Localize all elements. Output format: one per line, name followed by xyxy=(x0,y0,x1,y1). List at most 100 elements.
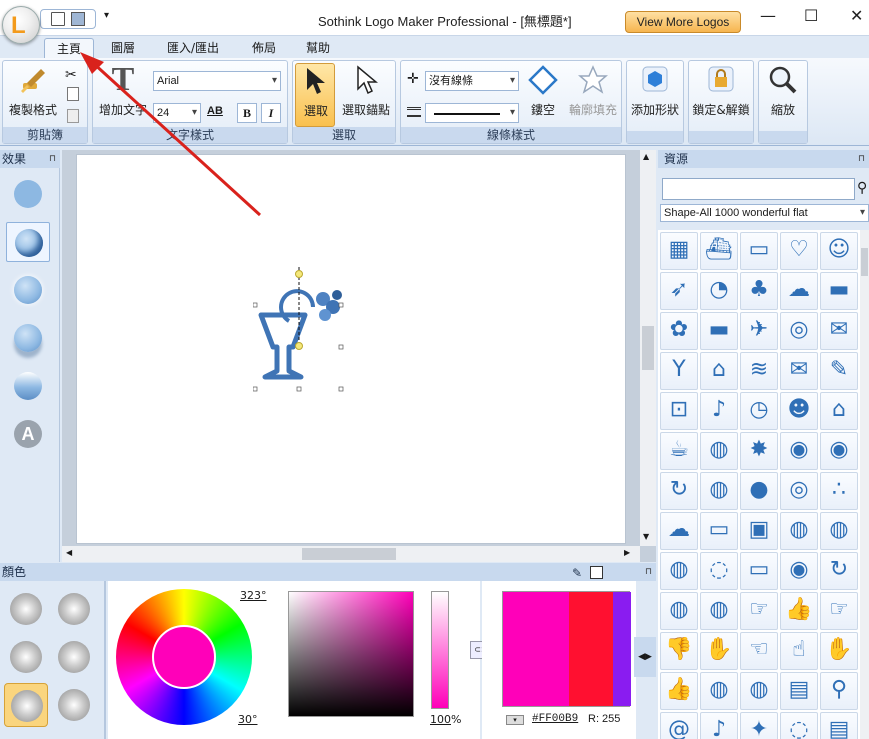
red-value[interactable]: R: 255 xyxy=(588,713,632,725)
hue-angle-value[interactable]: 323° xyxy=(240,589,267,602)
preset-radial-4[interactable] xyxy=(52,635,96,679)
resource-item[interactable]: ⌂ xyxy=(820,392,858,430)
resource-item[interactable]: ⛴ xyxy=(700,232,738,270)
canvas-vertical-scrollbar[interactable]: ▲ ▼ xyxy=(640,150,656,546)
search-icon[interactable]: ⚲ xyxy=(857,180,867,196)
preset-radial-2[interactable] xyxy=(52,587,96,631)
line-type-select[interactable]: 沒有線條 xyxy=(425,71,519,91)
resource-item[interactable]: ✿ xyxy=(660,312,698,350)
resource-item[interactable]: ☝ xyxy=(780,632,818,670)
resource-item[interactable]: ▭ xyxy=(740,232,778,270)
resource-item[interactable]: ▤ xyxy=(820,712,858,739)
qat-customize-arrow[interactable]: ▾ xyxy=(104,10,109,21)
resource-item[interactable]: ◍ xyxy=(660,592,698,630)
resource-item[interactable]: ◍ xyxy=(700,472,738,510)
resource-item[interactable]: ◉ xyxy=(780,432,818,470)
vertical-scroll-thumb[interactable] xyxy=(642,326,654,370)
secondary-color-swatch[interactable] xyxy=(569,592,613,706)
resource-item[interactable]: ♡ xyxy=(780,232,818,270)
saturation-value-square[interactable] xyxy=(288,591,414,717)
color-dropdown-icon[interactable]: ▾ xyxy=(506,715,524,725)
resource-item[interactable]: ≋ xyxy=(740,352,778,390)
resource-item[interactable]: ▬ xyxy=(820,272,858,310)
resource-item[interactable]: ♣ xyxy=(740,272,778,310)
format-painter-button[interactable]: 複製格式 xyxy=(5,63,61,123)
no-color-swatch[interactable] xyxy=(590,566,603,579)
new-file-icon[interactable] xyxy=(51,12,65,26)
resource-item[interactable]: ◌ xyxy=(700,552,738,590)
resource-item[interactable]: ☁ xyxy=(780,272,818,310)
preset-radial-5[interactable] xyxy=(4,683,48,727)
resource-item[interactable]: ◍ xyxy=(660,552,698,590)
resource-item[interactable]: ◍ xyxy=(740,672,778,710)
scroll-up-icon[interactable]: ▲ xyxy=(643,152,649,161)
resource-item[interactable]: ☺ xyxy=(820,232,858,270)
cocktail-logo-shape[interactable] xyxy=(253,267,373,397)
resource-item[interactable]: ↻ xyxy=(660,472,698,510)
resource-item[interactable]: ☁ xyxy=(660,512,698,550)
resource-search-input[interactable] xyxy=(662,178,855,200)
resource-item[interactable]: 👍 xyxy=(660,672,698,710)
save-icon[interactable] xyxy=(71,12,85,26)
zoom-button[interactable]: 縮放 xyxy=(759,63,807,127)
hex-value[interactable]: #FF00B9 xyxy=(532,713,578,725)
resource-item[interactable]: ☕ xyxy=(660,432,698,470)
scroll-right-icon[interactable]: ▶ xyxy=(624,548,630,557)
resource-item[interactable]: ◎ xyxy=(780,472,818,510)
effect-gloss[interactable] xyxy=(6,366,50,406)
resource-item[interactable]: ▭ xyxy=(700,512,738,550)
primary-color-swatch[interactable] xyxy=(503,592,569,706)
canvas-horizontal-scrollbar[interactable]: ◀ ▶ xyxy=(62,546,640,562)
resource-item[interactable]: ● xyxy=(740,472,778,510)
opacity-value[interactable]: 100 xyxy=(430,713,451,726)
resource-item[interactable]: ☞ xyxy=(740,592,778,630)
resource-item[interactable]: ✋ xyxy=(820,632,858,670)
resource-item[interactable]: ♪ xyxy=(700,392,738,430)
resource-item[interactable]: ✉ xyxy=(820,312,858,350)
tertiary-color-swatch[interactable] xyxy=(613,592,631,706)
resource-item[interactable]: Y xyxy=(660,352,698,390)
eyedropper-icon[interactable]: ✎ xyxy=(572,564,582,582)
app-menu-orb[interactable]: L xyxy=(2,6,40,44)
resource-item[interactable]: ☞ xyxy=(820,592,858,630)
scroll-left-icon[interactable]: ◀ xyxy=(66,548,72,557)
resource-item[interactable]: ◍ xyxy=(700,432,738,470)
pin-icon[interactable]: ⊓ xyxy=(49,150,56,168)
preset-radial-1[interactable] xyxy=(4,587,48,631)
resource-item[interactable]: ✸ xyxy=(740,432,778,470)
effect-text[interactable]: A xyxy=(6,414,50,454)
resource-item[interactable]: ▣ xyxy=(740,512,778,550)
saturation-angle-value[interactable]: 30° xyxy=(238,713,258,726)
resource-item[interactable]: ⊡ xyxy=(660,392,698,430)
resource-item[interactable]: 👎 xyxy=(660,632,698,670)
opacity-strip[interactable] xyxy=(431,591,449,709)
scroll-down-icon[interactable]: ▼ xyxy=(643,532,649,541)
resource-item[interactable]: ✎ xyxy=(820,352,858,390)
resource-item[interactable]: ◔ xyxy=(700,272,738,310)
resource-item[interactable]: 👍 xyxy=(780,592,818,630)
resource-item[interactable]: ⚲ xyxy=(820,672,858,710)
color-pin-icon[interactable]: ⊓ xyxy=(645,563,652,581)
effect-bevel[interactable] xyxy=(6,222,50,262)
resource-category-select[interactable]: Shape-All 1000 wonderful flat xyxy=(660,204,869,222)
minimize-button[interactable]: — xyxy=(760,6,776,25)
effect-glow[interactable] xyxy=(6,270,50,310)
resource-item[interactable]: ◎ xyxy=(780,312,818,350)
resource-item[interactable]: @ xyxy=(660,712,698,739)
resource-item[interactable]: ✦ xyxy=(740,712,778,739)
resource-item[interactable]: ◉ xyxy=(780,552,818,590)
resource-item[interactable]: ◍ xyxy=(700,592,738,630)
lock-unlock-button[interactable]: 鎖定&解鎖 xyxy=(689,63,753,127)
tab-help[interactable]: 幫助 xyxy=(298,38,338,58)
expand-panel-icon[interactable]: ◀▶ xyxy=(634,637,656,677)
resource-item[interactable]: ◌ xyxy=(780,712,818,739)
select-button[interactable]: 選取 xyxy=(295,63,335,127)
resource-item[interactable]: ◉ xyxy=(820,432,858,470)
resource-item[interactable]: ☻ xyxy=(780,392,818,430)
preset-radial-6[interactable] xyxy=(52,683,96,727)
close-button[interactable]: ✕ xyxy=(850,6,863,25)
resource-item[interactable]: ☜ xyxy=(740,632,778,670)
resource-item[interactable]: ◷ xyxy=(740,392,778,430)
resource-item[interactable]: ➶ xyxy=(660,272,698,310)
hue-wheel[interactable] xyxy=(116,589,252,725)
